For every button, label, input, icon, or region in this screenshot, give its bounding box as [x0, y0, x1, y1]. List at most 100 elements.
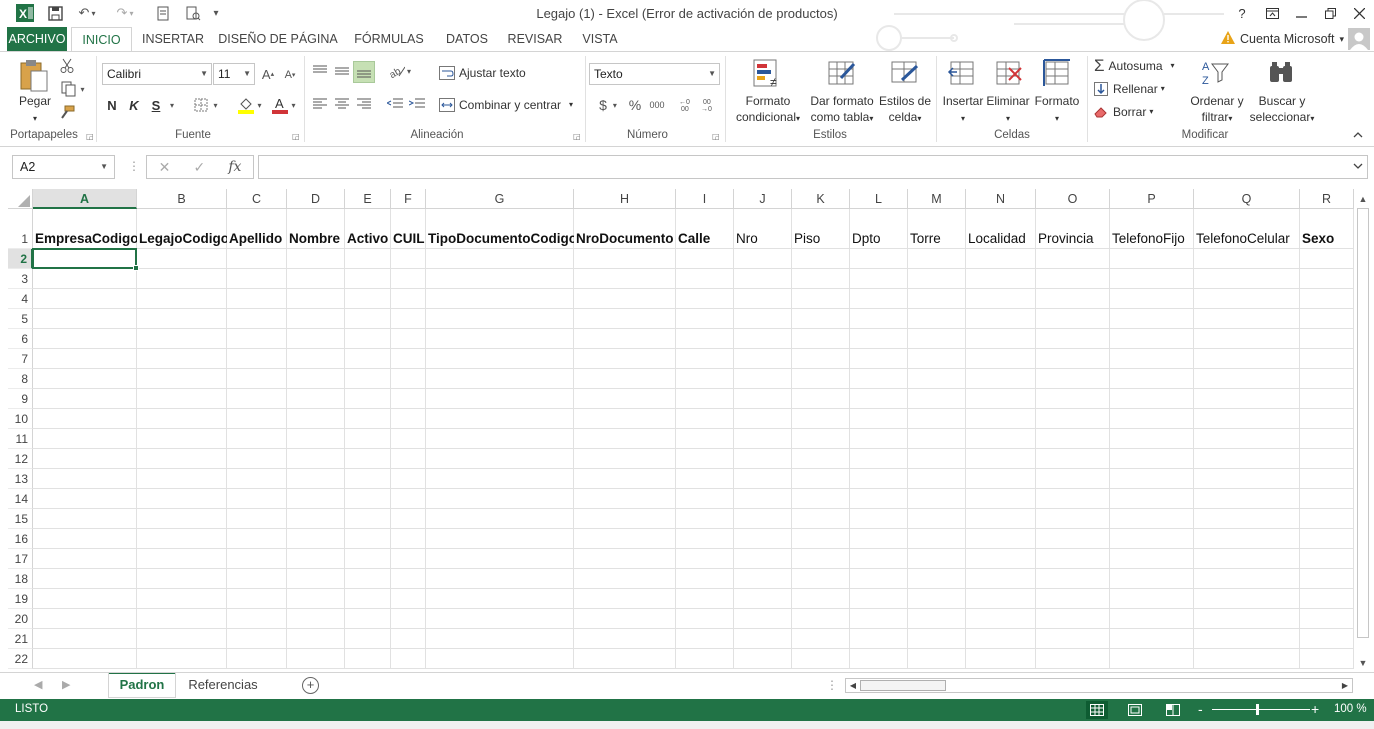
column-header[interactable]: O	[1036, 189, 1110, 209]
header-cell[interactable]: EmpresaCodigo	[33, 231, 137, 249]
selected-cell[interactable]	[32, 248, 137, 269]
column-header[interactable]: N	[966, 189, 1036, 209]
align-middle-icon[interactable]	[333, 62, 351, 80]
decrease-decimal-icon[interactable]: 00 →0	[700, 95, 718, 115]
bold-button[interactable]: N	[104, 96, 120, 114]
ribbon-display-options-icon[interactable]	[1259, 3, 1285, 23]
tab-archivo[interactable]: ARCHIVO	[7, 27, 67, 51]
tab-datos[interactable]: DATOS	[438, 27, 496, 51]
account-name[interactable]: Cuenta Microsoft	[1240, 32, 1334, 46]
copy-icon[interactable]: ▾	[58, 80, 88, 98]
font-launcher-icon[interactable]: ◲	[292, 132, 301, 141]
row-header[interactable]: 1	[8, 209, 33, 249]
header-cell[interactable]: Torre	[908, 231, 966, 249]
header-cell[interactable]: TelefonoFijo	[1110, 231, 1194, 249]
format-cells-button[interactable]: Formato ▾	[1034, 93, 1080, 127]
column-header[interactable]: E	[345, 189, 391, 209]
page-break-view-icon[interactable]	[1162, 701, 1184, 719]
column-header[interactable]: F	[391, 189, 426, 209]
conditional-formatting-icon[interactable]: ≠	[751, 57, 783, 89]
decrease-font-size-icon[interactable]: A ▾	[282, 67, 298, 83]
header-cell[interactable]: Localidad	[966, 231, 1036, 249]
font-size-combo[interactable]: 11 ▼	[213, 63, 255, 85]
name-box[interactable]: A2 ▼	[12, 155, 115, 179]
collapse-ribbon-chevron-up-icon[interactable]	[1350, 128, 1366, 142]
header-cell[interactable]: TelefonoCelular	[1194, 231, 1300, 249]
insert-function-icon[interactable]: fx	[228, 159, 241, 175]
conditional-formatting-button[interactable]: Formato condicional▾	[730, 93, 806, 127]
clear-button[interactable]: Borrar ▾	[1094, 104, 1192, 120]
paste-button[interactable]: Pegar ▾	[12, 93, 58, 127]
formula-bar-resize-handle[interactable]: ⋮	[128, 159, 140, 173]
insert-cells-button[interactable]: Insertar ▾	[940, 93, 986, 127]
header-cell[interactable]: NroDocumento	[574, 231, 676, 249]
column-header[interactable]: C	[227, 189, 287, 209]
format-as-table-button[interactable]: Dar formato como tabla▾	[806, 93, 878, 127]
scroll-right-icon[interactable]: ▶	[1338, 679, 1352, 692]
underline-chevron-down-icon[interactable]: ▾	[166, 96, 178, 114]
cell-styles-button[interactable]: Estilos de celda▾	[876, 93, 934, 127]
fill-button[interactable]: Rellenar ▾	[1094, 81, 1192, 97]
account-area[interactable]: Cuenta Microsoft ▾	[1220, 27, 1374, 51]
zoom-slider-thumb[interactable]	[1256, 704, 1259, 715]
header-cell[interactable]: Calle	[676, 231, 734, 249]
align-top-icon[interactable]	[311, 62, 329, 80]
font-name-combo[interactable]: Calibri ▼	[102, 63, 212, 85]
zoom-level[interactable]: 100 %	[1334, 703, 1367, 715]
formula-input[interactable]	[258, 155, 1368, 179]
column-header[interactable]: K	[792, 189, 850, 209]
header-cell[interactable]: LegajoCodigo	[137, 231, 227, 249]
row-header[interactable]: 6	[8, 329, 33, 349]
new-sheet-icon[interactable]: +	[302, 677, 319, 694]
expand-formula-bar-chevron-down-icon[interactable]	[1353, 161, 1363, 171]
column-header[interactable]: G	[426, 189, 574, 209]
format-painter-icon[interactable]	[58, 103, 76, 121]
increase-font-size-icon[interactable]: A ▴	[260, 65, 276, 83]
save-icon[interactable]	[44, 3, 66, 23]
cancel-icon[interactable]: ✕	[159, 159, 171, 176]
row-header[interactable]: 16	[8, 529, 33, 549]
currency-button[interactable]: $ ▾	[594, 95, 622, 115]
column-header[interactable]: L	[850, 189, 908, 209]
sort-filter-icon[interactable]: AZ	[1199, 57, 1231, 89]
zoom-out-button[interactable]: -	[1198, 701, 1203, 717]
column-header[interactable]: J	[734, 189, 792, 209]
name-box-chevron-down-icon[interactable]: ▼	[100, 156, 108, 178]
number-format-chevron-down-icon[interactable]: ▼	[708, 64, 716, 84]
row-header[interactable]: 12	[8, 449, 33, 469]
column-header[interactable]: Q	[1194, 189, 1300, 209]
column-header[interactable]: B	[137, 189, 227, 209]
row-header[interactable]: 9	[8, 389, 33, 409]
header-cell[interactable]: CUIL	[391, 231, 426, 249]
row-header[interactable]: 15	[8, 509, 33, 529]
percent-button[interactable]: %	[626, 95, 644, 115]
font-color-icon[interactable]: A ▾	[268, 95, 300, 115]
column-header[interactable]: A	[33, 189, 137, 209]
header-cell[interactable]: Sexo	[1300, 231, 1354, 249]
row-header[interactable]: 11	[8, 429, 33, 449]
tab-formulas[interactable]: FÓRMULAS	[348, 27, 430, 51]
format-cells-icon[interactable]	[1041, 57, 1073, 89]
italic-button[interactable]: K	[126, 96, 142, 114]
zoom-in-button[interactable]: +	[1311, 701, 1319, 717]
header-cell[interactable]: TipoDocumentoCodigo	[426, 231, 574, 249]
borders-icon[interactable]: ▾	[190, 96, 222, 114]
redo-icon[interactable]: ↷ ▾	[112, 3, 138, 23]
align-bottom-icon[interactable]	[353, 61, 375, 83]
align-right-icon[interactable]	[355, 95, 373, 113]
font-size-chevron-down-icon[interactable]: ▼	[243, 64, 251, 84]
header-cell[interactable]: Nro	[734, 231, 792, 249]
tab-insertar[interactable]: INSERTAR	[137, 27, 209, 51]
vertical-scrollbar[interactable]: ▲ ▼	[1355, 192, 1371, 670]
find-select-icon[interactable]	[1265, 57, 1297, 89]
column-header[interactable]: P	[1110, 189, 1194, 209]
zoom-slider[interactable]	[1212, 709, 1310, 710]
alignment-launcher-icon[interactable]: ◲	[573, 132, 582, 141]
restore-icon[interactable]	[1317, 3, 1343, 23]
row-header[interactable]: 2	[8, 249, 33, 269]
tab-inicio[interactable]: INICIO	[71, 27, 132, 52]
help-button[interactable]: ?	[1229, 3, 1255, 23]
fill-handle[interactable]	[133, 265, 139, 271]
row-header[interactable]: 5	[8, 309, 33, 329]
header-cell[interactable]: Activo	[345, 231, 391, 249]
